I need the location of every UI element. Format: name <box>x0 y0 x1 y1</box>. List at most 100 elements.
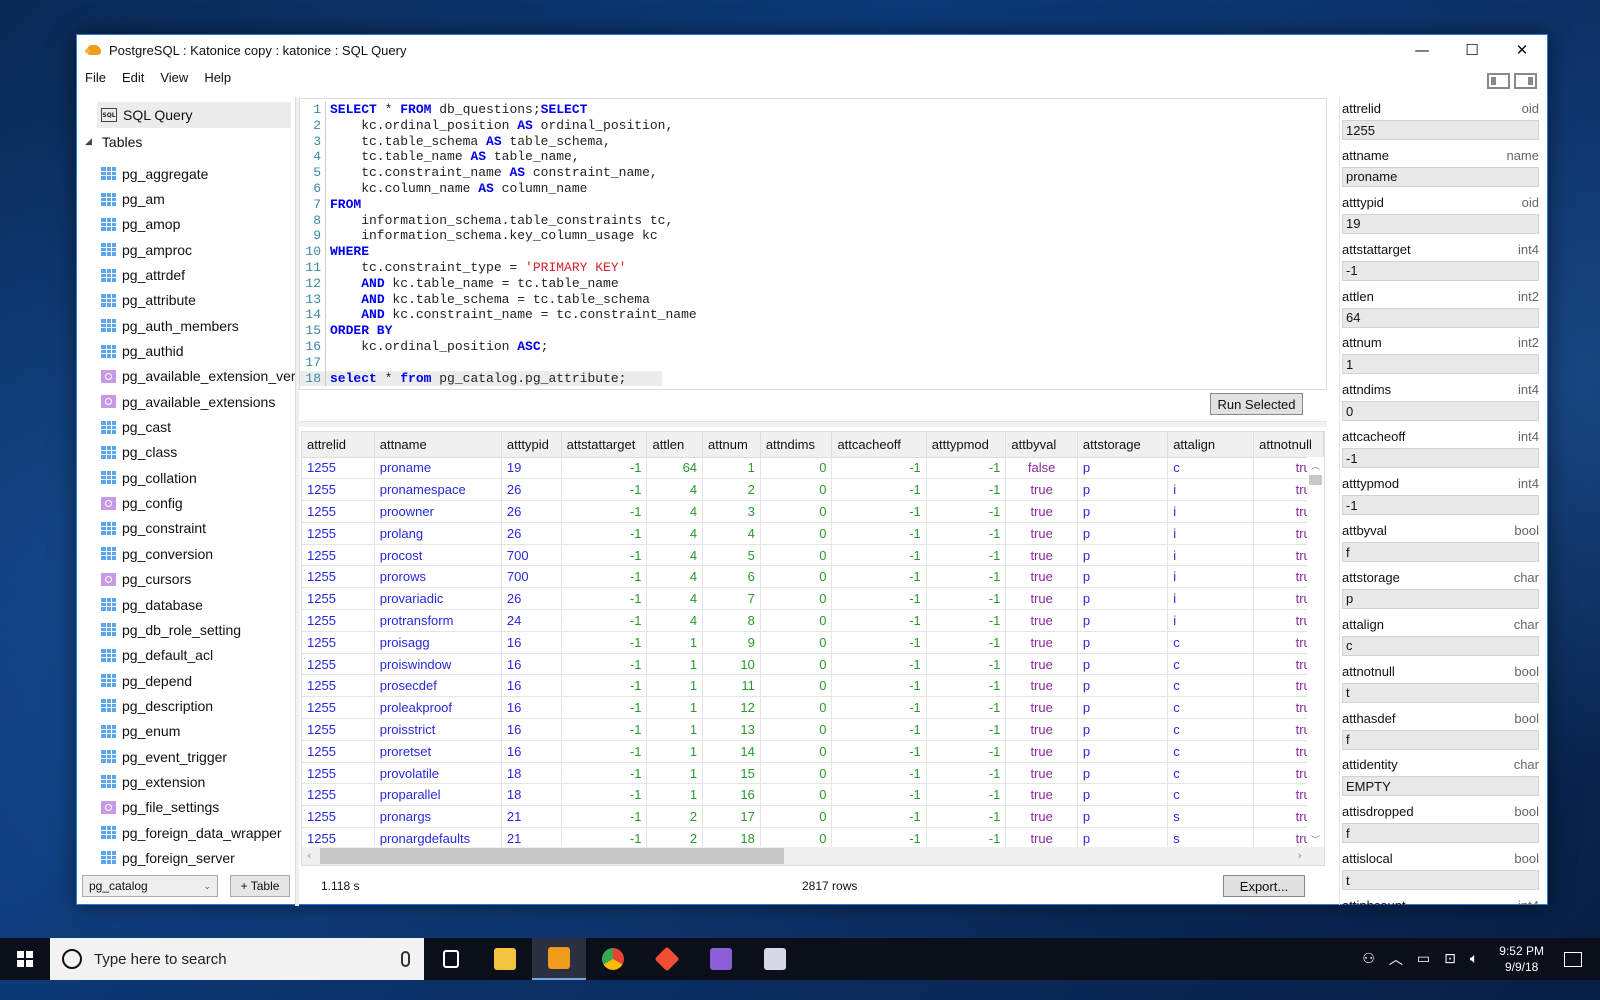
table-row[interactable]: 1255pronargs21-12170-1-1truepstrue <box>302 805 1324 829</box>
sidebar-item-sql-query[interactable]: SQL SQL Query <box>97 102 291 128</box>
microphone-icon[interactable] <box>401 951 410 967</box>
cell-attstorage[interactable]: p <box>1077 674 1169 698</box>
vertical-scroll-thumb[interactable] <box>1309 475 1322 485</box>
cell-attrelid[interactable]: 1255 <box>302 544 375 567</box>
cell-attndims[interactable]: 0 <box>760 762 833 785</box>
table-list-item[interactable]: pg_cast <box>101 414 295 439</box>
cell-attstattarget[interactable]: -1 <box>561 783 648 807</box>
cell-attstattarget[interactable]: -1 <box>561 478 648 502</box>
cell-attnum[interactable]: 16 <box>702 783 761 807</box>
scroll-right-icon[interactable]: › <box>1298 849 1302 862</box>
table-list-item[interactable]: pg_enum <box>101 719 295 744</box>
cell-atttypmod[interactable]: -1 <box>926 653 1007 676</box>
table-row[interactable]: 1255proiswindow16-11100-1-1truepctrue <box>302 653 1324 676</box>
cell-attname[interactable]: proparallel <box>374 783 502 807</box>
cell-attcacheoff[interactable]: -1 <box>831 783 927 807</box>
results-horizontal-scrollbar[interactable]: ‹ › <box>302 847 1324 865</box>
scroll-left-icon[interactable]: ‹ <box>307 849 311 862</box>
column-header-attlen[interactable]: attlen <box>646 432 704 458</box>
volume-icon[interactable]: 🔈︎ <box>1470 951 1478 967</box>
cell-attstattarget[interactable]: -1 <box>561 609 648 632</box>
cell-attnum[interactable]: 17 <box>702 805 761 829</box>
table-row[interactable]: 1255protransform24-1480-1-1truepitrue <box>302 609 1324 632</box>
cell-attname[interactable]: provariadic <box>374 587 502 611</box>
table-list-item[interactable]: pg_auth_members <box>101 313 295 338</box>
cell-atttypid[interactable]: 21 <box>501 805 562 829</box>
cell-attcacheoff[interactable]: -1 <box>831 587 927 611</box>
cell-attname[interactable]: pronamespace <box>374 478 502 502</box>
cell-attrelid[interactable]: 1255 <box>302 457 375 480</box>
column-header-attrelid[interactable]: attrelid <box>302 432 375 458</box>
cell-attstorage[interactable]: p <box>1077 544 1169 567</box>
table-list-item[interactable]: pg_amproc <box>101 237 295 262</box>
toggle-left-panel-icon[interactable] <box>1487 73 1510 89</box>
cell-attlen[interactable]: 4 <box>646 587 704 611</box>
close-button[interactable]: ✕ <box>1497 35 1547 65</box>
field-value-input[interactable]: f <box>1342 823 1539 844</box>
cell-attndims[interactable]: 0 <box>760 544 833 567</box>
cell-attstorage[interactable]: p <box>1077 696 1169 720</box>
cell-attstorage[interactable]: p <box>1077 631 1169 654</box>
cell-attlen[interactable]: 1 <box>646 762 704 785</box>
cell-attcacheoff[interactable]: -1 <box>831 522 927 545</box>
cell-attnum[interactable]: 3 <box>702 500 761 523</box>
minimize-button[interactable]: — <box>1397 35 1447 65</box>
cell-atttypid[interactable]: 24 <box>501 609 562 632</box>
cell-attname[interactable]: proowner <box>374 500 502 523</box>
cell-attnum[interactable]: 7 <box>702 587 761 611</box>
cell-attbyval[interactable]: true <box>1005 500 1078 523</box>
cell-attndims[interactable]: 0 <box>760 609 833 632</box>
cell-atttypid[interactable]: 16 <box>501 718 562 741</box>
cell-attlen[interactable]: 1 <box>646 783 704 807</box>
cell-attcacheoff[interactable]: -1 <box>831 805 927 829</box>
cell-attrelid[interactable]: 1255 <box>302 587 375 611</box>
menu-view[interactable]: View <box>158 70 196 85</box>
table-list-item[interactable]: pg_conversion <box>101 541 295 566</box>
column-header-attnotnull[interactable]: attnotnull <box>1253 432 1324 458</box>
cell-attname[interactable]: proiswindow <box>374 653 502 676</box>
cell-attstorage[interactable]: p <box>1077 478 1169 502</box>
cell-attcacheoff[interactable]: -1 <box>831 718 927 741</box>
cell-attstattarget[interactable]: -1 <box>561 587 648 611</box>
cell-attbyval[interactable]: true <box>1005 631 1078 654</box>
cell-attalign[interactable]: i <box>1167 587 1255 611</box>
add-table-button[interactable]: + Table <box>230 875 290 897</box>
cell-atttypmod[interactable]: -1 <box>926 500 1007 523</box>
cell-attbyval[interactable]: true <box>1005 522 1078 545</box>
field-value-input[interactable]: c <box>1342 635 1539 656</box>
cell-atttypid[interactable]: 16 <box>501 696 562 720</box>
column-header-attstattarget[interactable]: attstattarget <box>561 432 648 458</box>
cell-attstattarget[interactable]: -1 <box>561 631 648 654</box>
table-list-item[interactable]: pg_aggregate <box>101 161 295 186</box>
cell-attcacheoff[interactable]: -1 <box>831 565 927 589</box>
cell-attndims[interactable]: 0 <box>760 587 833 611</box>
cell-attrelid[interactable]: 1255 <box>302 631 375 654</box>
column-header-attnum[interactable]: attnum <box>702 432 761 458</box>
export-button[interactable]: Export... <box>1223 875 1305 897</box>
cell-attname[interactable]: proleakproof <box>374 696 502 720</box>
run-selected-button[interactable]: Run Selected <box>1210 393 1303 415</box>
cell-attbyval[interactable]: true <box>1005 674 1078 698</box>
cell-attalign[interactable]: i <box>1167 500 1255 523</box>
cell-attalign[interactable]: i <box>1167 565 1255 589</box>
cell-attlen[interactable]: 4 <box>646 478 704 502</box>
schema-select[interactable]: pg_catalog ⌄ <box>82 875 218 897</box>
cell-attstorage[interactable]: p <box>1077 805 1169 829</box>
cell-attname[interactable]: protransform <box>374 609 502 632</box>
cell-attndims[interactable]: 0 <box>760 631 833 654</box>
cell-attrelid[interactable]: 1255 <box>302 500 375 523</box>
column-header-attcacheoff[interactable]: attcacheoff <box>831 432 927 458</box>
cell-attnum[interactable]: 15 <box>702 762 761 785</box>
menu-edit[interactable]: Edit <box>120 70 152 85</box>
cell-attlen[interactable]: 1 <box>646 718 704 741</box>
cell-attrelid[interactable]: 1255 <box>302 740 375 763</box>
cell-attrelid[interactable]: 1255 <box>302 718 375 741</box>
cell-atttypmod[interactable]: -1 <box>926 631 1007 654</box>
field-value-input[interactable]: 19 <box>1342 213 1539 234</box>
show-hidden-icons-icon[interactable]: ︿ <box>1389 949 1403 969</box>
cell-attname[interactable]: prolang <box>374 522 502 545</box>
cell-attrelid[interactable]: 1255 <box>302 674 375 698</box>
cell-attndims[interactable]: 0 <box>760 718 833 741</box>
cell-atttypid[interactable]: 700 <box>501 565 562 589</box>
cell-atttypid[interactable]: 19 <box>501 457 562 480</box>
